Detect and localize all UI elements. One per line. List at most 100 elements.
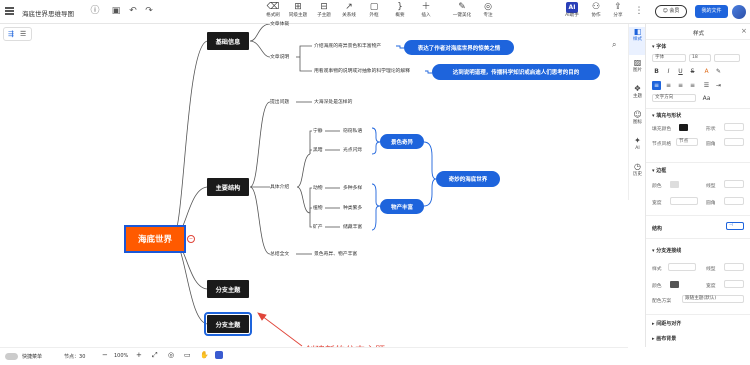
main-topic-branch-1[interactable]: 分支主题 — [207, 280, 249, 298]
mindmap-canvas[interactable]: 海底世界 − 基础信息 主要结构 分支主题 分支主题 文章体裁 文章说明 介绍海… — [0, 22, 628, 357]
subtopic-note-2[interactable]: 用看观事物的说明或对抽象的科学理论的解释 — [314, 67, 410, 74]
align-left-button[interactable]: ≡ — [652, 81, 661, 90]
leaf-quiet[interactable]: 宁静 — [313, 127, 323, 134]
root-topic[interactable]: 海底世界 — [124, 225, 186, 253]
main-topic-basic-info[interactable]: 基础信息 — [207, 32, 249, 50]
subtopic-question-answer[interactable]: 大海深处是怎样的 — [314, 98, 352, 105]
leaf-lights[interactable]: 光点闪烁 — [343, 146, 362, 153]
tab-history[interactable]: ◷ 历史 — [629, 162, 646, 177]
callout-purpose[interactable]: 达到说明道理，传播科学知识或启迪人们思考的目的 — [432, 64, 600, 80]
leaf-plants[interactable]: 植物 — [313, 204, 323, 211]
fit-screen-icon[interactable]: ⤢ — [152, 351, 158, 360]
leaf-dark[interactable]: 黑暗 — [313, 146, 323, 153]
highlight-button[interactable]: ✎ — [714, 67, 723, 76]
tab-ai[interactable]: ✦ AI — [629, 136, 646, 151]
text-case-button[interactable]: Aa — [702, 94, 711, 103]
branch-color-swatch[interactable] — [670, 281, 679, 288]
branch-width-select[interactable] — [724, 280, 744, 288]
sibling-topic-button[interactable]: ⊞ 同级主题 — [286, 2, 310, 19]
more-icon[interactable]: ⋮ — [634, 6, 644, 16]
callout-emotion[interactable]: 表达了作者对海底世界的惊美之情 — [404, 40, 514, 55]
section-fill-shape[interactable]: ▾ 填充与形状 — [652, 112, 681, 119]
zoom-out-icon[interactable]: − — [102, 351, 108, 359]
border-line-select[interactable] — [724, 180, 744, 188]
align-justify-button[interactable]: ≡ — [688, 81, 697, 90]
leaf-various[interactable]: 多种多样 — [343, 184, 362, 191]
font-size-select[interactable]: 18 — [689, 54, 711, 62]
shape-select[interactable] — [724, 123, 744, 131]
document-title[interactable]: 海底世界思维导图 — [22, 8, 74, 18]
tab-image[interactable]: ▨ 图片 — [629, 58, 646, 73]
main-topic-branch-2[interactable]: 分支主题 — [204, 312, 252, 336]
format-painter-button[interactable]: ⌫ 格式刷 — [261, 2, 285, 19]
close-icon[interactable]: × — [741, 27, 747, 35]
one-click-beautify-button[interactable]: ✎ 一键美化 — [450, 2, 474, 19]
subtopic-conclusion[interactable]: 总结全文 — [270, 250, 289, 257]
subtopic-note-1[interactable]: 介绍海底的奇异景色和丰富物产 — [314, 42, 381, 49]
font-color-button[interactable]: A — [702, 67, 711, 76]
tab-style[interactable]: ◧ 样式 — [629, 27, 646, 55]
bold-button[interactable]: B — [652, 67, 661, 76]
relation-line-button[interactable]: ↗ 关系线 — [337, 2, 361, 19]
insert-button[interactable]: ＋插入 — [414, 2, 438, 19]
ai-assistant-button[interactable]: AI AI助手 — [560, 2, 584, 19]
section-structure[interactable]: 结构 — [652, 225, 662, 232]
redo-icon[interactable]: ↷ — [144, 6, 154, 16]
border-rounding-select[interactable] — [724, 197, 744, 205]
quick-menu-toggle[interactable] — [5, 353, 18, 360]
robot-icon[interactable] — [215, 351, 223, 359]
text-direction-select[interactable]: 文字方向 — [652, 94, 696, 102]
list-button[interactable]: ☰ — [702, 81, 711, 90]
corner-select[interactable] — [724, 138, 744, 146]
align-right-button[interactable]: ≡ — [676, 81, 685, 90]
zoom-in-icon[interactable]: + — [136, 351, 142, 359]
tab-theme[interactable]: ❖ 主题 — [629, 84, 646, 99]
node-style-select[interactable]: 节点 — [676, 138, 698, 146]
main-topic-structure[interactable]: 主要结构 — [207, 178, 249, 196]
structure-select[interactable]: ⊣ — [726, 222, 744, 230]
section-spacing[interactable]: ▸ 间距与对齐 — [652, 320, 681, 327]
zoom-level[interactable]: 100% — [114, 353, 128, 359]
indent-button[interactable]: ⇥ — [714, 81, 723, 90]
focus-button[interactable]: ◎ 专注 — [476, 2, 500, 19]
outline-view-icon[interactable]: ☰ — [20, 30, 26, 38]
subtopic-conclusion-answer[interactable]: 景色奇异、物产丰富 — [314, 250, 357, 257]
italic-button[interactable]: I — [664, 67, 673, 76]
color-scheme-select[interactable]: 跟随主题(默认) — [682, 295, 744, 303]
member-button[interactable]: ☺ 会员 — [655, 5, 687, 18]
leaf-rich-reserves[interactable]: 储藏丰富 — [343, 223, 362, 230]
leaf-animals[interactable]: 动物 — [313, 184, 323, 191]
share-button[interactable]: ⇪ 分享 — [606, 2, 630, 19]
border-width-select[interactable] — [670, 197, 698, 205]
collaborate-button[interactable]: ⚇ 协作 — [584, 2, 608, 19]
mindmap-view-icon[interactable]: ⇶ — [8, 30, 14, 38]
subtopic-question[interactable]: 提出问题 — [270, 98, 289, 105]
fill-color-swatch[interactable] — [679, 124, 688, 131]
hand-tool-icon[interactable]: ✋ — [200, 351, 209, 359]
leaf-many-kinds[interactable]: 种类繁多 — [343, 204, 362, 211]
summary-wonderful-sea[interactable]: 奇妙的海底世界 — [436, 171, 500, 187]
my-files-button[interactable]: 我的文件 — [695, 5, 728, 18]
subtopic-article-explain[interactable]: 文章说明 — [270, 53, 289, 60]
menu-icon[interactable] — [5, 7, 14, 15]
section-font[interactable]: ▾ 字体 — [652, 43, 666, 50]
view-toggle[interactable]: ⇶ ☰ — [3, 27, 32, 41]
summary-products[interactable]: 物产丰富 — [380, 199, 424, 214]
summary-button[interactable]: } 概要 — [388, 2, 412, 19]
strikethrough-button[interactable]: S — [688, 67, 697, 76]
underline-button[interactable]: U — [676, 67, 685, 76]
search-icon[interactable]: ⌕ — [612, 40, 616, 50]
border-color-swatch[interactable] — [670, 181, 679, 188]
subtopic-detail[interactable]: 具体介绍 — [270, 183, 289, 190]
leaf-whisper[interactable]: 窃窃私语 — [343, 127, 362, 134]
avatar[interactable] — [732, 5, 746, 19]
font-extra-select[interactable] — [714, 54, 740, 62]
locate-icon[interactable]: ◎ — [168, 351, 174, 359]
summary-scenery[interactable]: 景色奇异 — [380, 134, 424, 149]
save-icon[interactable]: ▣ — [111, 6, 121, 16]
branch-style-select[interactable] — [668, 263, 696, 271]
undo-icon[interactable]: ↶ — [128, 6, 138, 16]
minimap-icon[interactable]: ▭ — [184, 351, 191, 359]
outline-box-button[interactable]: ▢ 外框 — [362, 2, 386, 19]
section-branch-line[interactable]: ▾ 分支连接线 — [652, 247, 681, 254]
